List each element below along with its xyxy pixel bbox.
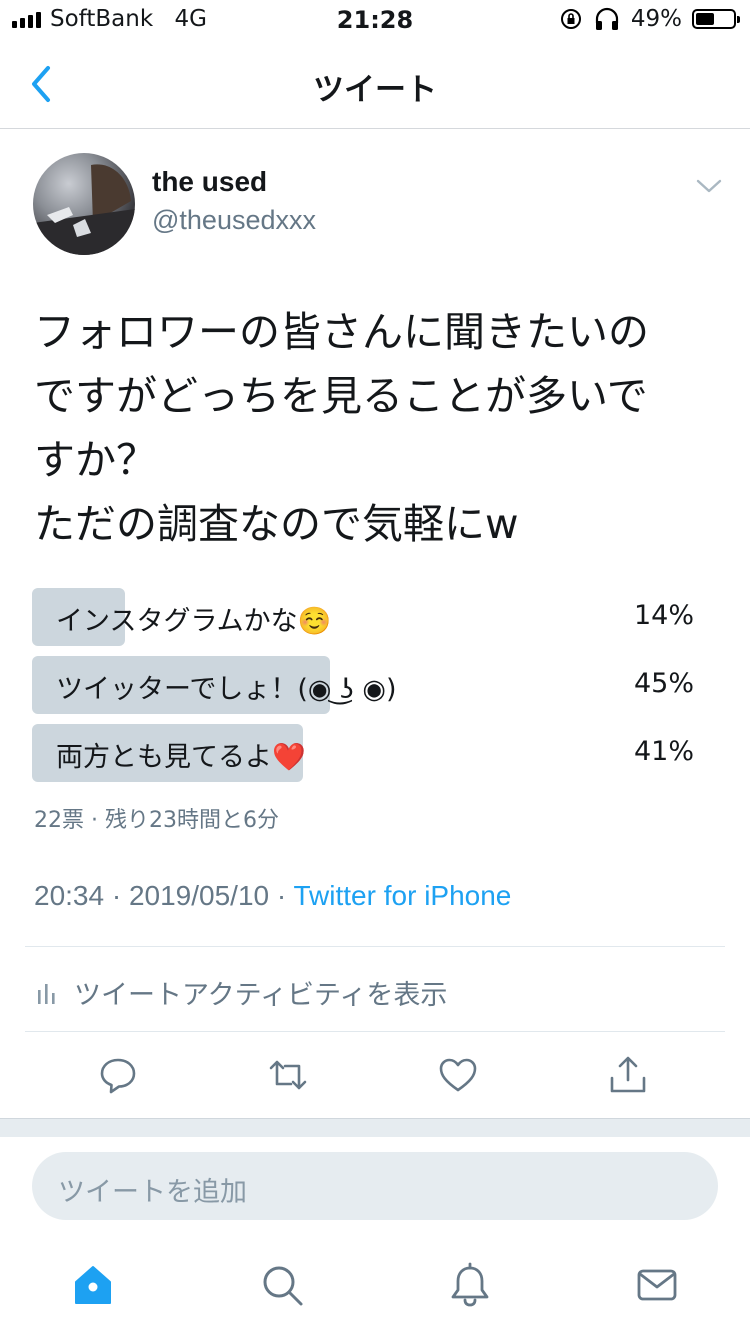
battery-icon [692,9,740,29]
divider [25,946,725,947]
author-name[interactable]: the used [152,166,267,198]
poll-option: ツイッターでしょ！(◉ ͜ʖ ◉) 45% [32,656,694,714]
tweet-timestamp: 20:34 · 2019/05/10 · Twitter for iPhone [34,880,512,911]
poll-option-label: 両方とも見てるよ❤️ [56,742,306,773]
poll-option-label: ツイッターでしょ！(◉ ͜ʖ ◉) [56,674,397,705]
author-handle[interactable]: @theusedxxx [152,205,316,236]
divider [25,1031,725,1032]
poll-option: インスタグラムかな☺️ 14% [32,588,694,646]
retweet-icon[interactable] [267,1054,309,1096]
nav-bar: ツイート [0,40,750,129]
reply-input-placeholder: ツイートを追加 [58,1177,247,1208]
tweet-date: 2019/05/10 [128,880,270,911]
like-icon[interactable] [437,1054,479,1096]
chevron-down-icon[interactable] [695,176,723,196]
headphones-icon [595,7,618,30]
status-bar: SoftBank 4G 21:28 49% [0,0,750,40]
home-icon[interactable] [70,1262,116,1308]
poll-option-percent: 45% [633,668,694,699]
poll-option-percent: 14% [633,600,694,631]
orientation-lock-icon [560,9,581,29]
tweet-text: フォロワーの皆さんに聞きたいの ですがどっちを見ることが多いで すか？ ただの調… [34,308,649,548]
poll-option-percent: 41% [633,736,694,767]
poll-option-label: インスタグラムかな☺️ [56,606,332,637]
notifications-icon[interactable] [447,1262,493,1308]
poll-option: 両方とも見てるよ❤️ 41% [32,724,694,782]
tweet-activity-label: ツイートアクティビティを表示 [74,980,448,1011]
section-separator [0,1118,750,1137]
search-icon[interactable] [259,1262,305,1308]
tweet-activity-link[interactable]: ツイートアクティビティを表示 [36,973,447,1012]
poll-meta: 22票 · 残り23時間と6分 [34,808,279,833]
tweet-time: 20:34 [34,880,105,911]
tweet-source-link[interactable]: Twitter for iPhone [294,880,512,911]
reply-icon[interactable] [97,1054,139,1096]
reply-input[interactable]: ツイートを追加 [32,1152,718,1220]
avatar[interactable] [33,153,135,255]
bar-chart-icon [38,983,55,1004]
page-title: ツイート [313,72,437,108]
messages-icon[interactable] [634,1262,680,1308]
battery-percent: 49% [630,6,682,32]
share-icon[interactable] [607,1054,649,1096]
